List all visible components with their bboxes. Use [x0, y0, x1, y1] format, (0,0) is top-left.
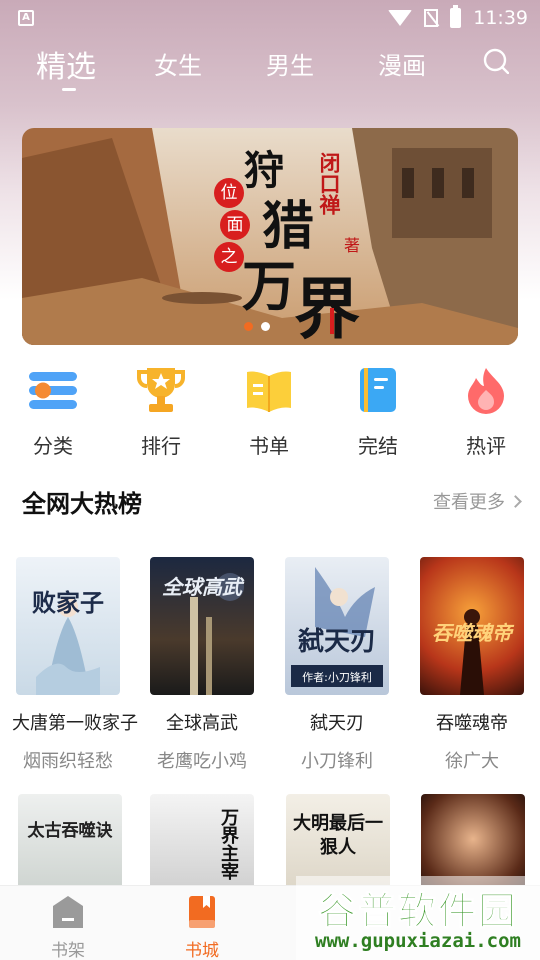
- banner-seal-2: 面: [220, 210, 250, 240]
- book-closed-icon: [360, 368, 396, 412]
- banner-dot[interactable]: [261, 322, 270, 331]
- banner-big-char-2: 界: [294, 270, 360, 345]
- book-author: 徐广大: [445, 751, 499, 772]
- cover-title: 万界主宰: [218, 808, 239, 880]
- promo-banner[interactable]: 狩 猎 万 界 位 面 之 闭口禅 著: [22, 128, 518, 345]
- banner-red-stroke: [330, 308, 334, 334]
- book-title: 吞噬魂帝: [436, 713, 508, 734]
- nav-bookstore[interactable]: 书城: [162, 894, 242, 960]
- cover-title: 太古吞噬诀: [27, 821, 113, 841]
- nav-bookshelf[interactable]: 书架: [28, 894, 108, 960]
- notification-badge: A: [18, 10, 34, 26]
- cover-title: 败家子: [32, 588, 104, 617]
- view-more-label: 查看更多: [433, 492, 505, 513]
- watermark-logo-text: 谷普软件园: [317, 889, 518, 934]
- cover-title: 全球高武: [162, 575, 242, 599]
- book-cover: 全球高武: [150, 557, 254, 695]
- cover-title: 大明最后一狠人: [293, 813, 383, 858]
- cover-subtitle: 作者:小刀锋利: [302, 671, 372, 684]
- tab-comics[interactable]: 漫画: [378, 46, 426, 81]
- view-more-link[interactable]: 查看更多: [433, 488, 522, 514]
- search-icon[interactable]: [483, 48, 509, 74]
- book-author: 老鹰吃小鸡: [157, 751, 247, 772]
- category-completed[interactable]: 完结: [338, 358, 418, 459]
- bookstore-icon: [189, 896, 215, 928]
- book-open-icon: [247, 371, 291, 412]
- category-label: 分类: [33, 434, 73, 458]
- banner-big-char-1: 万: [242, 254, 296, 318]
- category-label: 排行: [141, 434, 181, 458]
- book-card[interactable]: 吞噬魂帝 吞噬魂帝 徐广大: [416, 557, 528, 773]
- banner-dot-active[interactable]: [244, 322, 253, 331]
- chevron-right-icon: [509, 494, 522, 508]
- category-label: 书单: [249, 434, 289, 458]
- category-label: 完结: [358, 434, 398, 458]
- book-title: 大唐第一败家子: [12, 713, 138, 734]
- menu-list-icon: [29, 372, 77, 409]
- tab-featured[interactable]: 精选: [36, 42, 96, 86]
- tab-male[interactable]: 男生: [266, 46, 314, 81]
- tab-female[interactable]: 女生: [154, 46, 202, 81]
- cover-title: 弑天刃: [297, 627, 376, 657]
- book-title: 全球高武: [166, 713, 238, 734]
- trophy-icon: [137, 368, 185, 412]
- book-card[interactable]: 败家子 大唐第一败家子 烟雨织轻愁: [12, 557, 138, 773]
- banner-author-suffix: 著: [344, 236, 361, 255]
- tab-active-indicator: [62, 88, 76, 91]
- book-card[interactable]: 弑天刃 作者:小刀锋利 弑天刃 小刀锋利: [281, 557, 393, 773]
- category-booklist[interactable]: 书单: [229, 358, 309, 459]
- status-bar: A 11:39: [0, 0, 540, 36]
- book-author: 烟雨织轻愁: [23, 751, 113, 772]
- category-label: 热评: [466, 434, 506, 458]
- banner-author: 闭口禅: [317, 152, 341, 215]
- book-cover[interactable]: 万界主宰: [150, 794, 254, 894]
- cover-art: [36, 597, 100, 695]
- watermark: 谷普软件园 www.gupuxiazai.com: [296, 876, 540, 960]
- book-cover: 弑天刃 作者:小刀锋利: [285, 557, 389, 695]
- wifi-icon: [388, 10, 413, 26]
- nav-label: 书城: [185, 941, 219, 960]
- banner-pagination: [244, 322, 270, 331]
- watermark-url: www.gupuxiazai.com: [315, 930, 521, 952]
- cover-title: 吞噬魂帝: [432, 621, 512, 645]
- top-tabs: 精选 女生 男生 漫画: [0, 40, 540, 92]
- category-hot-reviews[interactable]: 热评: [446, 358, 526, 459]
- book-author: 小刀锋利: [301, 751, 373, 772]
- book-cover: 败家子: [16, 557, 120, 695]
- book-title: 弑天刃: [310, 713, 364, 734]
- nav-label: 书架: [51, 941, 85, 960]
- book-card[interactable]: 全球高武 全球高武 老鹰吃小鸡: [146, 557, 258, 773]
- book-cover: 吞噬魂帝: [420, 557, 524, 695]
- category-shortcuts: 分类 排行 书单 完结 热评: [0, 358, 540, 458]
- book-cover[interactable]: 太古吞噬诀: [18, 794, 122, 894]
- bookshelf-icon: [53, 896, 83, 928]
- battery-icon: [450, 5, 462, 28]
- status-time: 11:39: [473, 7, 528, 29]
- flame-icon: [468, 368, 504, 414]
- section-title: 全网大热榜: [22, 490, 142, 518]
- category-classify[interactable]: 分类: [13, 358, 93, 459]
- banner-seal-1: 位: [214, 178, 244, 208]
- banner-seal-3: 之: [214, 242, 244, 272]
- no-sim-icon: [424, 9, 439, 27]
- category-ranking[interactable]: 排行: [121, 358, 201, 459]
